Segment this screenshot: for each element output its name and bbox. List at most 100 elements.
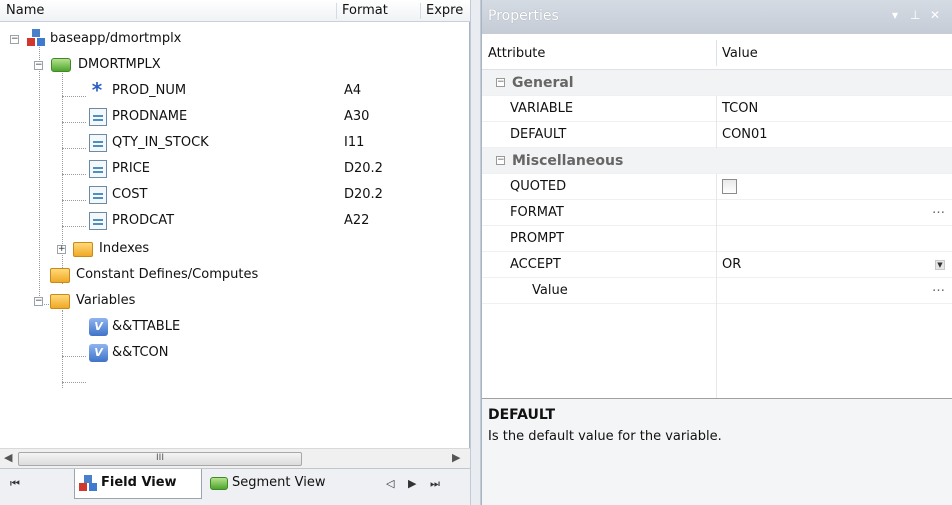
column-divider [716, 174, 717, 200]
dropdown-icon[interactable]: ▼ [935, 260, 945, 270]
property-name: FORMAT [510, 205, 564, 220]
variable-icon: V [89, 318, 108, 336]
folder-icon [50, 294, 70, 309]
column-header-name[interactable]: Name [6, 3, 44, 18]
tree-node-field[interactable]: QTY_IN_STOCK I11 [0, 130, 470, 156]
first-tab-icon[interactable]: ⏮ [10, 477, 20, 491]
tree-node-indexes[interactable]: + Indexes [0, 236, 470, 262]
property-row-accept[interactable]: ACCEPT OR ▼ [482, 252, 952, 278]
last-tab-icon[interactable]: ⏭ [430, 477, 440, 491]
tree-node-label: baseapp/dmortmplx [50, 31, 182, 46]
property-name: Value [532, 283, 568, 298]
field-format: D20.2 [344, 161, 383, 176]
collapse-icon[interactable]: − [34, 297, 43, 306]
scroll-left-icon[interactable]: ◀ [4, 451, 12, 464]
variable-name: &&TTABLE [112, 319, 181, 334]
properties-title: Properties [488, 8, 559, 24]
field-name: COST [112, 187, 148, 202]
tree-node-variables[interactable]: − Variables [0, 288, 470, 314]
tree-node-field[interactable]: COST D20.2 [0, 182, 470, 208]
collapse-icon[interactable]: − [496, 78, 505, 87]
tree-node-label: Variables [76, 293, 136, 308]
property-name: DEFAULT [510, 127, 567, 142]
property-row-variable[interactable]: VARIABLE TCON [482, 96, 952, 122]
field-icon [89, 134, 107, 152]
property-row-format[interactable]: FORMAT … [482, 200, 952, 226]
scrollbar-thumb[interactable]: III [18, 452, 302, 466]
quoted-checkbox[interactable] [722, 179, 737, 194]
expand-icon[interactable]: + [57, 245, 66, 254]
tree-node-label: DMORTMPLX [78, 57, 161, 72]
column-header-expression[interactable]: Expre [426, 3, 463, 18]
segment-view-icon [210, 477, 228, 490]
column-divider[interactable] [716, 40, 717, 66]
field-name: PRICE [112, 161, 150, 176]
ellipsis-button[interactable]: … [932, 275, 945, 301]
horizontal-scrollbar[interactable]: ◀ III ▶ [0, 448, 470, 468]
field-format: I11 [344, 135, 365, 150]
close-icon[interactable]: ✕ [930, 8, 940, 22]
pin-icon[interactable]: ⊥ [910, 8, 920, 22]
tree-node-label: Constant Defines/Computes [76, 267, 259, 282]
column-divider [716, 226, 717, 252]
property-row-quoted[interactable]: QUOTED [482, 174, 952, 200]
property-name: VARIABLE [510, 101, 574, 116]
tree-node-field[interactable]: PRICE D20.2 [0, 156, 470, 182]
property-value[interactable]: CON01 [722, 122, 768, 148]
tree-node-variable[interactable]: V &&TTABLE [0, 314, 470, 340]
variable-icon: V [89, 344, 108, 362]
segment-icon [51, 58, 71, 72]
column-divider [716, 252, 717, 278]
category-label: Miscellaneous [512, 153, 624, 169]
tree-node-field[interactable]: PRODNAME A30 [0, 104, 470, 130]
column-header-format[interactable]: Format [342, 3, 388, 18]
pane-splitter[interactable] [470, 0, 481, 505]
ellipsis-button[interactable]: … [932, 197, 945, 223]
property-name: QUOTED [510, 179, 567, 194]
property-row-default[interactable]: DEFAULT CON01 [482, 122, 952, 148]
field-format: D20.2 [344, 187, 383, 202]
property-value[interactable]: TCON [722, 96, 758, 122]
tree-node-variable[interactable]: V &&TCON [0, 340, 470, 366]
collapse-icon[interactable]: − [10, 35, 19, 44]
tab-segment-view[interactable]: Segment View [206, 469, 354, 499]
tab-label: Field View [101, 475, 177, 490]
properties-title-bar: Properties ▾ ⊥ ✕ [482, 0, 952, 34]
scroll-right-icon[interactable]: ▶ [452, 451, 460, 464]
tree-node-root[interactable]: − baseapp/dmortmplx [0, 26, 470, 52]
property-name: ACCEPT [510, 257, 561, 272]
tree-connector [62, 382, 86, 383]
description-panel: DEFAULT Is the default value for the var… [482, 398, 952, 505]
collapse-icon[interactable]: − [34, 61, 43, 70]
tab-field-view[interactable]: Field View [74, 469, 202, 499]
property-row-value[interactable]: Value … [482, 278, 952, 304]
field-name: PRODCAT [112, 213, 175, 228]
application-icon [27, 29, 45, 47]
column-divider [716, 304, 717, 398]
tree-node-constants[interactable]: Constant Defines/Computes [0, 262, 470, 288]
category-miscellaneous[interactable]: − Miscellaneous [482, 148, 952, 174]
field-tree: − baseapp/dmortmplx − DMORTMPLX * PROD_N… [0, 22, 470, 448]
dropdown-icon[interactable]: ▾ [892, 8, 898, 22]
column-divider [716, 96, 717, 122]
category-general[interactable]: − General [482, 70, 952, 96]
column-divider [716, 278, 717, 304]
value-column-header: Value [722, 46, 758, 61]
column-divider[interactable] [420, 3, 421, 19]
tree-node-field[interactable]: PRODCAT A22 [0, 208, 470, 234]
tree-node-segment[interactable]: − DMORTMPLX [0, 52, 470, 78]
property-grid-header: Attribute Value [482, 34, 952, 70]
field-format: A4 [344, 83, 362, 98]
tree-node-label: Indexes [99, 241, 150, 256]
tree-node-field[interactable]: * PROD_NUM A4 [0, 78, 470, 104]
field-name: PRODNAME [112, 109, 188, 124]
next-tab-icon[interactable]: ▶ [408, 477, 416, 490]
property-value[interactable]: OR [722, 252, 741, 278]
tab-label: Segment View [232, 475, 326, 490]
property-row-prompt[interactable]: PROMPT [482, 226, 952, 252]
column-divider[interactable] [336, 3, 337, 19]
collapse-icon[interactable]: − [496, 156, 505, 165]
field-icon [89, 186, 107, 204]
previous-tab-icon[interactable]: ◁ [386, 477, 394, 490]
tree-column-header: Name Format Expre [0, 0, 470, 22]
